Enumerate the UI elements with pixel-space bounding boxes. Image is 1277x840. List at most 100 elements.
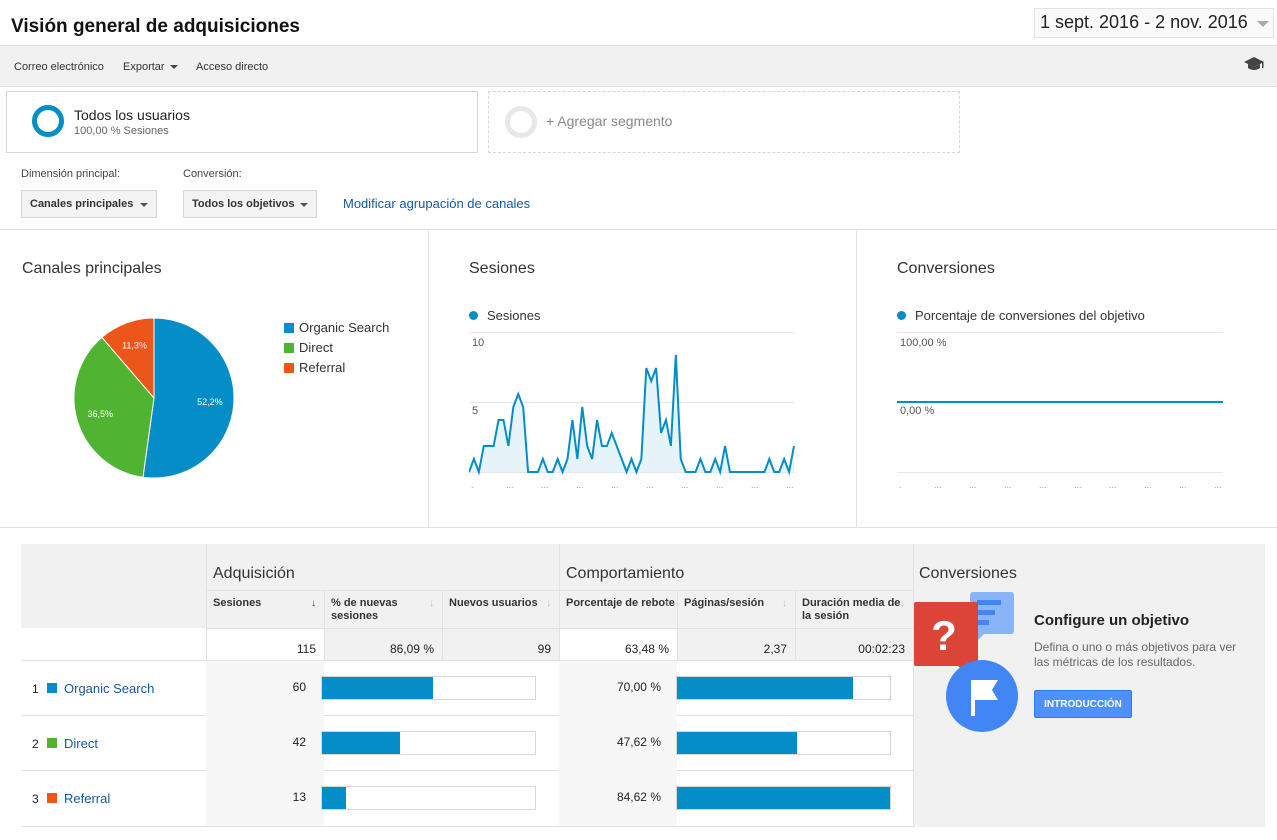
legend-item[interactable]: Organic Search	[284, 320, 389, 335]
conversions-series-label: Porcentaje de conversiones del objetivo	[915, 308, 1145, 323]
row-sessions: 60	[292, 680, 306, 694]
sessions-bar	[321, 786, 536, 810]
add-segment-button[interactable]: + Agregar segmento	[488, 91, 960, 153]
row-rank: 3	[32, 792, 39, 806]
legend-item[interactable]: Referral	[284, 360, 345, 375]
conversions-line-chart[interactable]: ............................	[897, 332, 1223, 492]
legend-item[interactable]: Direct	[284, 340, 333, 355]
date-range-picker[interactable]: 1 sept. 2016 - 2 nov. 2016	[1034, 8, 1274, 38]
caret-down-icon	[140, 203, 148, 207]
channel-color-swatch	[47, 683, 57, 693]
sessions-series-label: Sesiones	[487, 308, 541, 323]
modify-channel-grouping-link[interactable]: Modificar agrupación de canales	[343, 196, 530, 211]
x-tick-label: ...	[611, 480, 619, 490]
pie-slice-label: 11,3%	[122, 340, 147, 350]
conversion-dropdown[interactable]: Todos los objetivos	[183, 190, 317, 218]
x-tick-label: ...	[506, 480, 514, 490]
legend-swatch	[284, 323, 294, 333]
col-pages[interactable]: Páginas/sesión ↓	[677, 590, 795, 628]
row-divider	[21, 715, 913, 716]
bounce-bar	[676, 676, 891, 700]
date-range-label: 1 sept. 2016 - 2 nov. 2016	[1040, 12, 1248, 32]
bounce-bar-fill	[677, 787, 890, 809]
x-tick-label: ...	[1214, 480, 1222, 490]
row-bounce: 84,62 %	[616, 790, 661, 804]
segment-all-users[interactable]: Todos los usuarios 100,00 % Sesiones	[6, 91, 478, 153]
col-new-users[interactable]: Nuevos usuarios ↓	[442, 590, 559, 628]
sort-icon: ↓	[900, 598, 905, 609]
col-duration[interactable]: Duración media de la sesión ↓	[795, 590, 913, 628]
conversions-legend[interactable]: Porcentaje de conversiones del objetivo	[897, 308, 1145, 323]
row-rank: 1	[32, 682, 39, 696]
col-duration-label: Duración media de la sesión	[802, 597, 901, 622]
sessions-legend[interactable]: Sesiones	[469, 308, 540, 323]
graduation-cap-icon[interactable]	[1243, 56, 1265, 72]
svg-text:?: ?	[931, 612, 957, 659]
email-button[interactable]: Correo electrónico	[14, 61, 104, 73]
shortcut-button[interactable]: Acceso directo	[196, 61, 268, 73]
caret-down-icon	[169, 65, 178, 70]
total-pages: 2,37	[677, 628, 795, 660]
legend-dot-icon	[469, 311, 478, 320]
row-bounce: 47,62 %	[616, 735, 661, 749]
sort-icon: ↓	[664, 598, 669, 609]
goal-illustration-icon: ?	[914, 592, 1018, 732]
sessions-bar	[321, 676, 536, 700]
channel-color-swatch	[47, 738, 57, 748]
channel-color-swatch	[47, 793, 57, 803]
goal-description: Defina o uno o más objetivos para ver la…	[1034, 640, 1237, 669]
legend-swatch	[284, 343, 294, 353]
page-title: Visión general de adquisiciones	[11, 16, 300, 37]
legend-label: Direct	[299, 340, 333, 355]
channels-pie-chart[interactable]: 52,2% 36,5% 11,3%	[64, 308, 244, 488]
channels-chart-title: Canales principales	[22, 260, 162, 277]
x-tick-label: ...	[934, 480, 942, 490]
acquisition-header: Adquisición	[206, 544, 559, 590]
channel-link-referral[interactable]: Referral	[64, 791, 110, 806]
channel-link-direct[interactable]: Direct	[64, 736, 98, 751]
x-tick-label: ...	[1179, 480, 1187, 490]
primary-dimension-value: Canales principales	[30, 198, 134, 210]
col-pct-new[interactable]: % de nuevas sesiones ↓	[324, 590, 442, 628]
export-label: Exportar	[123, 61, 165, 73]
legend-dot-icon	[897, 311, 906, 320]
sessions-bar-fill	[322, 732, 400, 754]
x-tick-label: ...	[1074, 480, 1082, 490]
behavior-header: Comportamiento	[559, 544, 913, 590]
total-bounce: 63,48 %	[559, 628, 677, 660]
channel-link-organic-search[interactable]: Organic Search	[64, 681, 154, 696]
col-sessions-label: Sesiones	[213, 597, 262, 609]
x-tick-label: .	[471, 480, 474, 490]
export-button[interactable]: Exportar	[123, 61, 178, 73]
x-tick-label: ...	[1144, 480, 1152, 490]
col-bounce[interactable]: Porcentaje de rebote ↓	[559, 590, 677, 628]
pie-slice-label: 36,5%	[88, 409, 114, 419]
introduction-button[interactable]: INTRODUCCIÓN	[1034, 690, 1132, 718]
legend-swatch	[284, 363, 294, 373]
col-sessions[interactable]: Sesiones ↓	[206, 590, 324, 628]
col-new-users-label: Nuevos usuarios	[449, 597, 538, 609]
divider	[428, 229, 429, 528]
primary-dimension-dropdown[interactable]: Canales principales	[21, 190, 157, 218]
x-tick-label: ...	[716, 480, 724, 490]
sort-icon: ↓	[546, 598, 551, 609]
row-rank: 2	[32, 737, 39, 751]
x-tick-label: ...	[646, 480, 654, 490]
col-pct-new-label: % de nuevas sesiones	[331, 597, 398, 622]
sort-icon: ↓	[782, 598, 787, 609]
sessions-bar	[321, 731, 536, 755]
sort-icon: ↓	[429, 598, 434, 609]
segment-subtitle: 100,00 % Sesiones	[74, 125, 169, 137]
segment-placeholder-icon	[505, 106, 537, 138]
conversions-header: Conversiones	[919, 565, 1017, 582]
col-bounce-label: Porcentaje de rebote	[566, 597, 675, 609]
sessions-area-chart[interactable]: ............................	[469, 332, 795, 492]
x-tick-label: ...	[681, 480, 689, 490]
bounce-bar-fill	[677, 732, 797, 754]
conversions-chart-title: Conversiones	[897, 260, 995, 277]
row-divider	[21, 826, 913, 827]
goal-title: Configure un objetivo	[1034, 612, 1189, 629]
x-tick-label: ...	[751, 480, 759, 490]
x-tick-label: ...	[969, 480, 977, 490]
sessions-chart-title: Sesiones	[469, 260, 535, 277]
